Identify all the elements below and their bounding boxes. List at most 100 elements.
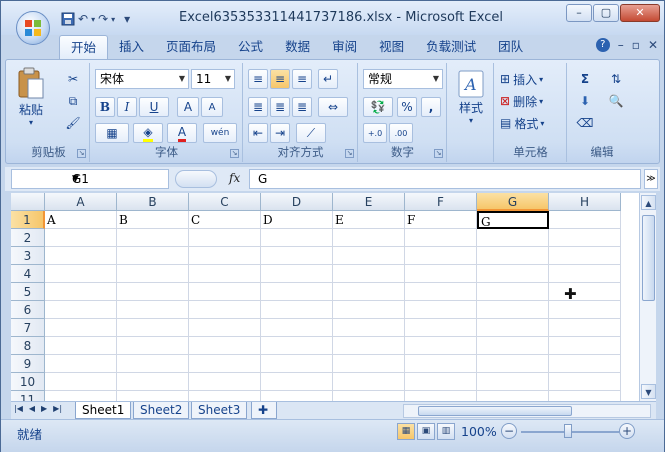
percent-button[interactable]: % [397,97,417,117]
cell-b3[interactable] [117,247,189,265]
cell-f5[interactable] [405,283,477,301]
cell-g9[interactable] [477,355,549,373]
maximize-button[interactable]: ▢ [593,4,619,22]
vertical-scrollbar[interactable]: ▲ ▼ [639,193,656,401]
cell-d7[interactable] [261,319,333,337]
clipboard-launcher-icon[interactable]: ↘ [77,149,86,158]
cell-c7[interactable] [189,319,261,337]
cell-f2[interactable] [405,229,477,247]
cell-e1[interactable]: E [333,211,405,229]
tab-home[interactable]: 开始 [59,35,109,59]
find-select-button[interactable]: 🔍 [602,91,630,111]
sheet-tab-2[interactable]: Sheet2 [133,402,190,419]
normal-view-icon[interactable]: ▦ [397,423,415,440]
sheet-tab-3[interactable]: Sheet3 [191,402,248,419]
row-header-9[interactable]: 9 [11,355,45,373]
tab-insert[interactable]: 插入 [108,35,155,59]
cell-b6[interactable] [117,301,189,319]
cell-a8[interactable] [45,337,117,355]
format-painter-icon[interactable]: 🖌 [64,113,82,133]
name-box-dropdown-icon[interactable]: ▼ [72,170,164,188]
cell-b7[interactable] [117,319,189,337]
column-header-d[interactable]: D [261,193,333,211]
cell-f3[interactable] [405,247,477,265]
expand-formula-bar-icon[interactable]: ≫ [644,169,658,189]
cell-d9[interactable] [261,355,333,373]
cell-c9[interactable] [189,355,261,373]
insert-sheet-icon[interactable]: ✚ [251,402,277,419]
cell-a10[interactable] [45,373,117,391]
next-sheet-icon[interactable]: ▶ [41,404,47,413]
tab-team[interactable]: 团队 [487,35,534,59]
paste-button[interactable]: 粘贴 ▾ [14,67,48,127]
cell-e4[interactable] [333,265,405,283]
prev-sheet-icon[interactable]: ◀ [29,404,35,413]
tab-view[interactable]: 视图 [368,35,415,59]
comma-button[interactable]: , [421,97,441,117]
horizontal-scroll-thumb[interactable] [418,406,572,416]
cell-c1[interactable]: C [189,211,261,229]
styles-button[interactable]: A 样式 ▾ [454,69,488,125]
cell-a5[interactable] [45,283,117,301]
cell-f8[interactable] [405,337,477,355]
zoom-level[interactable]: 100% [461,424,497,439]
cell-d5[interactable] [261,283,333,301]
scroll-down-icon[interactable]: ▼ [641,384,656,399]
font-launcher-icon[interactable]: ↘ [230,149,239,158]
zoom-out-icon[interactable]: − [501,423,517,439]
row-header-11[interactable]: 11 [11,391,45,401]
cell-g10[interactable] [477,373,549,391]
row-header-2[interactable]: 2 [11,229,45,247]
copy-icon[interactable]: ⧉ [64,91,82,111]
cell-b9[interactable] [117,355,189,373]
cell-c6[interactable] [189,301,261,319]
select-all-corner[interactable] [11,193,45,211]
tab-page-layout[interactable]: 页面布局 [155,35,227,59]
ribbon-close-icon[interactable]: ✕ [648,38,658,52]
cell-b4[interactable] [117,265,189,283]
cell-b10[interactable] [117,373,189,391]
office-button[interactable] [4,5,56,49]
orientation-button[interactable]: ⟋ [296,123,326,143]
cell-h4[interactable] [549,265,621,283]
zoom-in-icon[interactable]: + [619,423,635,439]
alignment-launcher-icon[interactable]: ↘ [345,149,354,158]
row-header-10[interactable]: 10 [11,373,45,391]
cell-a9[interactable] [45,355,117,373]
column-header-a[interactable]: A [45,193,117,211]
cell-d6[interactable] [261,301,333,319]
ribbon-minimize-icon[interactable]: – [618,38,624,52]
align-top-button[interactable]: ≡ [248,69,268,89]
cell-f6[interactable] [405,301,477,319]
ribbon-restore-icon[interactable]: ▫ [632,38,640,52]
cell-e8[interactable] [333,337,405,355]
cell-a3[interactable] [45,247,117,265]
last-sheet-icon[interactable]: ▶| [53,404,62,413]
cut-icon[interactable]: ✂ [64,69,82,89]
column-header-e[interactable]: E [333,193,405,211]
insert-cells-button[interactable]: ⊞ 插入 ▾ [499,69,563,89]
align-bottom-button[interactable]: ≡ [292,69,312,89]
customize-qat-icon[interactable]: ▾ [124,12,130,26]
column-header-b[interactable]: B [117,193,189,211]
cell-e6[interactable] [333,301,405,319]
column-header-h[interactable]: H [549,193,621,211]
cell-c2[interactable] [189,229,261,247]
cell-f4[interactable] [405,265,477,283]
cell-d4[interactable] [261,265,333,283]
minimize-button[interactable]: – [566,4,592,22]
tab-load-test[interactable]: 负载测试 [415,35,487,59]
row-header-3[interactable]: 3 [11,247,45,265]
cell-c10[interactable] [189,373,261,391]
row-header-5[interactable]: 5 [11,283,45,301]
wrap-text-button[interactable]: ↵ [318,69,338,89]
cell-g11[interactable] [477,391,549,401]
save-icon[interactable] [61,12,75,26]
cell-f10[interactable] [405,373,477,391]
cell-h1[interactable] [549,211,621,229]
cell-b2[interactable] [117,229,189,247]
font-color-button[interactable]: A [167,123,197,143]
cell-e7[interactable] [333,319,405,337]
cell-e9[interactable] [333,355,405,373]
worksheet-grid[interactable]: ABCDEFGH 1 2 3 4 5 6 7 8 9 10 11 ABCDEFG [11,193,639,401]
